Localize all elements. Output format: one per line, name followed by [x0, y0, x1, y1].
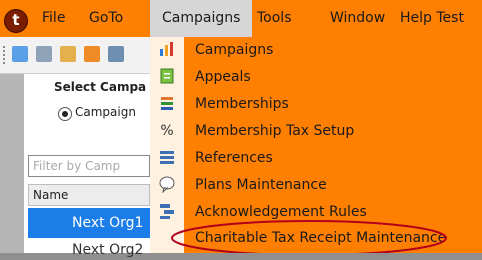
speech-bubble-icon: [157, 175, 177, 195]
menu-bar: t File GoTo Campaigns Tools Window Help …: [0, 0, 482, 37]
menu-campaigns[interactable]: Campaigns: [150, 0, 253, 37]
menu-file[interactable]: File: [42, 0, 65, 37]
toolbar-grip[interactable]: [3, 46, 7, 64]
link-icon[interactable]: [60, 46, 76, 62]
stack-icon: [157, 202, 177, 222]
menu-item-plans-maintenance[interactable]: Plans Maintenance: [195, 177, 327, 193]
menu-item-membership-tax-setup[interactable]: Membership Tax Setup: [195, 123, 354, 139]
user-icon[interactable]: [12, 46, 28, 62]
menu-item-charitable-tax-receipt-maintenance[interactable]: Charitable Tax Receipt Maintenance: [195, 230, 446, 246]
toolbar: [0, 37, 150, 74]
window-edge: [0, 74, 24, 253]
bar-chart-icon: [157, 40, 177, 60]
edit-icon[interactable]: [84, 46, 100, 62]
menu-window[interactable]: Window: [330, 0, 385, 37]
filter-input[interactable]: Filter by Camp: [28, 155, 150, 177]
menu-item-appeals[interactable]: Appeals: [195, 69, 251, 85]
green-document-icon: [157, 67, 177, 87]
campaign-radio[interactable]: [58, 107, 72, 121]
stack-icon: [157, 94, 177, 114]
menu-item-campaigns[interactable]: Campaigns: [195, 42, 273, 58]
app-logo-icon: t: [4, 9, 28, 33]
menu-tools[interactable]: Tools: [257, 0, 292, 37]
menu-item-references[interactable]: References: [195, 150, 273, 166]
menu-item-acknowledgement-rules[interactable]: Acknowledgement Rules: [195, 204, 367, 220]
percent-icon: %: [160, 123, 174, 139]
list-icon: [157, 148, 177, 168]
document-icon[interactable]: [36, 46, 52, 62]
name-column-header[interactable]: Name: [28, 184, 150, 206]
panel-title: Select Campa: [54, 80, 147, 94]
menu-goto[interactable]: GoTo: [89, 0, 123, 37]
campaign-radio-label: Campaign: [75, 105, 136, 119]
table-row[interactable]: Next Org1: [28, 208, 150, 238]
menu-item-memberships[interactable]: Memberships: [195, 96, 289, 112]
table-row[interactable]: Next Org2: [28, 240, 150, 260]
form-icon[interactable]: [108, 46, 124, 62]
menu-help-test[interactable]: Help Test: [400, 0, 464, 37]
